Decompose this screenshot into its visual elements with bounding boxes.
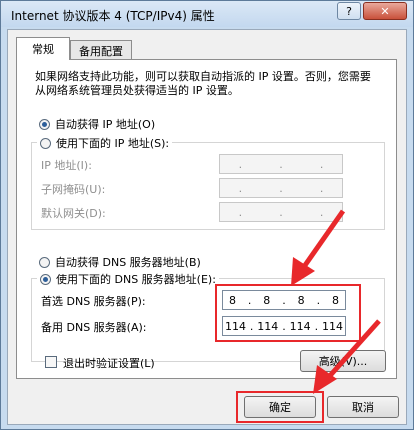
dns-manual-label: 使用下面的 DNS 服务器地址(E): bbox=[56, 273, 216, 286]
ok-highlight-box bbox=[236, 391, 324, 423]
radio-unselected-icon bbox=[40, 137, 51, 149]
dns-auto-radio[interactable]: 自动获得 DNS 服务器地址(B) bbox=[39, 254, 201, 270]
ip-manual-label: 使用下面的 IP 地址(S): bbox=[56, 137, 170, 150]
ip-manual-radio[interactable]: 使用下面的 IP 地址(S): bbox=[37, 135, 173, 151]
ip-dot: . bbox=[279, 205, 283, 219]
ip-dot: . bbox=[279, 181, 283, 195]
cancel-button[interactable]: 取消 bbox=[327, 396, 399, 418]
ip-address-input[interactable]: ... bbox=[219, 154, 343, 174]
ip-dot: . bbox=[238, 205, 243, 219]
subnet-mask-label: 子网掩码(U): bbox=[41, 183, 106, 196]
subnet-mask-input[interactable]: ... bbox=[219, 178, 343, 198]
default-gateway-input[interactable]: ... bbox=[219, 202, 343, 222]
ip-address-label: IP 地址(I): bbox=[41, 159, 92, 172]
ip-dot: . bbox=[238, 181, 243, 195]
dialog-client: 常规 备用配置 如果网络支持此功能，则可以获取自动指派的 IP 设置。否则，您需… bbox=[7, 29, 407, 425]
validate-checkbox[interactable] bbox=[45, 356, 57, 368]
dns-manual-radio[interactable]: 使用下面的 DNS 服务器地址(E): bbox=[37, 271, 219, 287]
help-button[interactable]: ? bbox=[337, 2, 361, 20]
dns-highlight-box bbox=[215, 284, 361, 342]
dialog-window: Internet 协议版本 4 (TCP/IPv4) 属性 ? ✕ 常规 备用配… bbox=[0, 0, 414, 430]
tab-alternate-config[interactable]: 备用配置 bbox=[70, 40, 132, 60]
ip-dot: . bbox=[319, 157, 324, 171]
ip-auto-label: 自动获得 IP 地址(O) bbox=[55, 118, 156, 131]
window-title: Internet 协议版本 4 (TCP/IPv4) 属性 bbox=[11, 9, 215, 23]
radio-unselected-icon bbox=[39, 256, 50, 268]
default-gateway-label: 默认网关(D): bbox=[41, 207, 106, 220]
advanced-button[interactable]: 高级(V)... bbox=[300, 350, 386, 372]
preferred-dns-label: 首选 DNS 服务器(P): bbox=[41, 295, 146, 308]
ip-auto-radio[interactable]: 自动获得 IP 地址(O) bbox=[39, 116, 155, 132]
title-bar: Internet 协议版本 4 (TCP/IPv4) 属性 ? ✕ bbox=[1, 1, 413, 27]
radio-selected-icon bbox=[39, 118, 50, 130]
validate-label: 退出时验证设置(L) bbox=[63, 357, 155, 370]
tab-panel-general: 如果网络支持此功能，则可以获取自动指派的 IP 设置。否则，您需要从网络系统管理… bbox=[16, 59, 397, 379]
ip-dot: . bbox=[238, 157, 243, 171]
tab-general[interactable]: 常规 bbox=[16, 37, 70, 60]
ip-dot: . bbox=[319, 181, 324, 195]
ip-dot: . bbox=[279, 157, 283, 171]
radio-selected-icon bbox=[40, 273, 51, 285]
close-button[interactable]: ✕ bbox=[363, 2, 407, 20]
dns-auto-label: 自动获得 DNS 服务器地址(B) bbox=[55, 256, 201, 269]
alternate-dns-label: 备用 DNS 服务器(A): bbox=[41, 321, 147, 334]
ip-dot: . bbox=[319, 205, 324, 219]
description-text: 如果网络支持此功能，则可以获取自动指派的 IP 设置。否则，您需要从网络系统管理… bbox=[35, 70, 371, 97]
